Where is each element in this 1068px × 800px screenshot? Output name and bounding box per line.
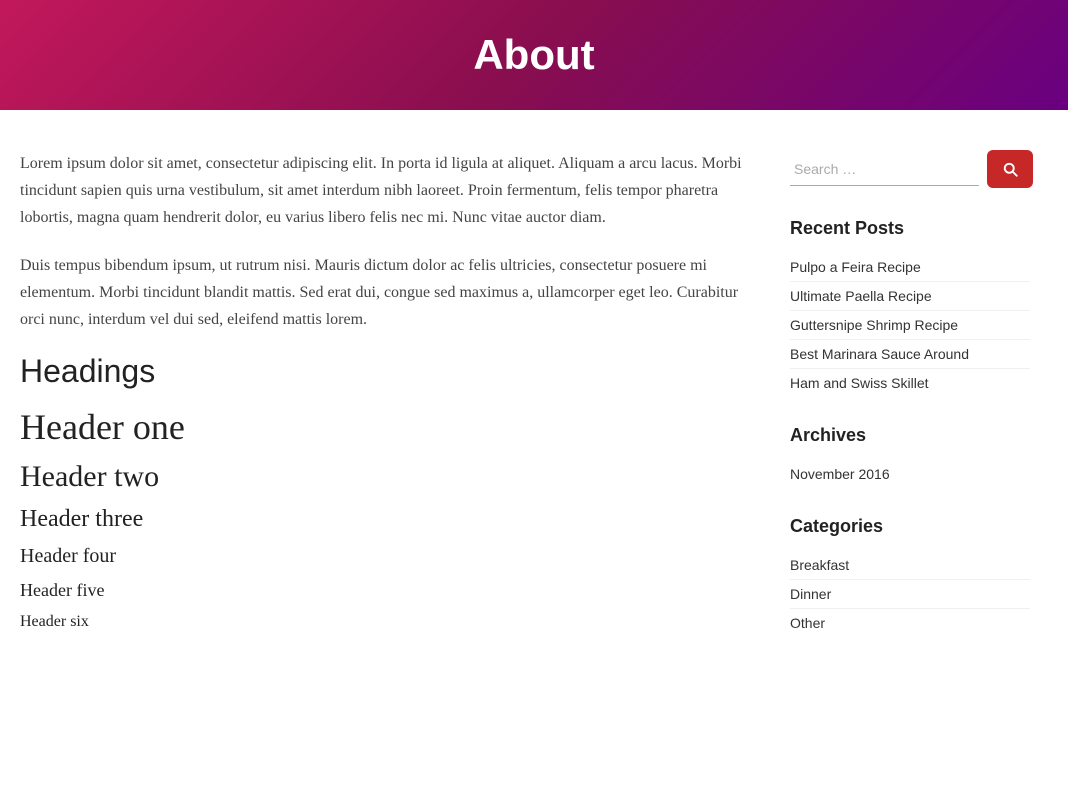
main-container: Lorem ipsum dolor sit amet, consectetur … — [0, 110, 1068, 705]
recent-post-link[interactable]: Ham and Swiss Skillet — [790, 369, 1030, 397]
archives-section: Archives November 2016 — [790, 425, 1030, 488]
categories-title: Categories — [790, 516, 1030, 537]
category-link[interactable]: Dinner — [790, 580, 1030, 609]
search-input[interactable] — [790, 153, 979, 186]
search-icon — [1001, 160, 1019, 178]
intro-paragraph-2: Duis tempus bibendum ipsum, ut rutrum ni… — [20, 252, 750, 334]
recent-posts-title: Recent Posts — [790, 218, 1030, 239]
archives-title: Archives — [790, 425, 1030, 446]
recent-post-link[interactable]: Best Marinara Sauce Around — [790, 340, 1030, 369]
intro-paragraph-1: Lorem ipsum dolor sit amet, consectetur … — [20, 150, 750, 232]
headings-section-label: Headings — [20, 353, 750, 390]
header-two: Header two — [20, 460, 750, 494]
search-widget — [790, 150, 1030, 188]
sidebar: Recent Posts Pulpo a Feira Recipe Ultima… — [790, 150, 1030, 665]
search-button[interactable] — [987, 150, 1033, 188]
recent-post-link[interactable]: Pulpo a Feira Recipe — [790, 253, 1030, 282]
category-link[interactable]: Breakfast — [790, 551, 1030, 580]
recent-posts-section: Recent Posts Pulpo a Feira Recipe Ultima… — [790, 218, 1030, 397]
header-four: Header four — [20, 545, 750, 568]
page-header: About — [0, 0, 1068, 110]
categories-section: Categories Breakfast Dinner Other — [790, 516, 1030, 637]
page-title: About — [473, 31, 594, 79]
recent-post-link[interactable]: Guttersnipe Shrimp Recipe — [790, 311, 1030, 340]
recent-post-link[interactable]: Ultimate Paella Recipe — [790, 282, 1030, 311]
header-five: Header five — [20, 580, 750, 601]
header-six: Header six — [20, 613, 750, 631]
archive-link[interactable]: November 2016 — [790, 460, 1030, 488]
header-one: Header one — [20, 406, 750, 448]
category-link[interactable]: Other — [790, 609, 1030, 637]
main-content: Lorem ipsum dolor sit amet, consectetur … — [20, 150, 750, 665]
header-three: Header three — [20, 506, 750, 533]
